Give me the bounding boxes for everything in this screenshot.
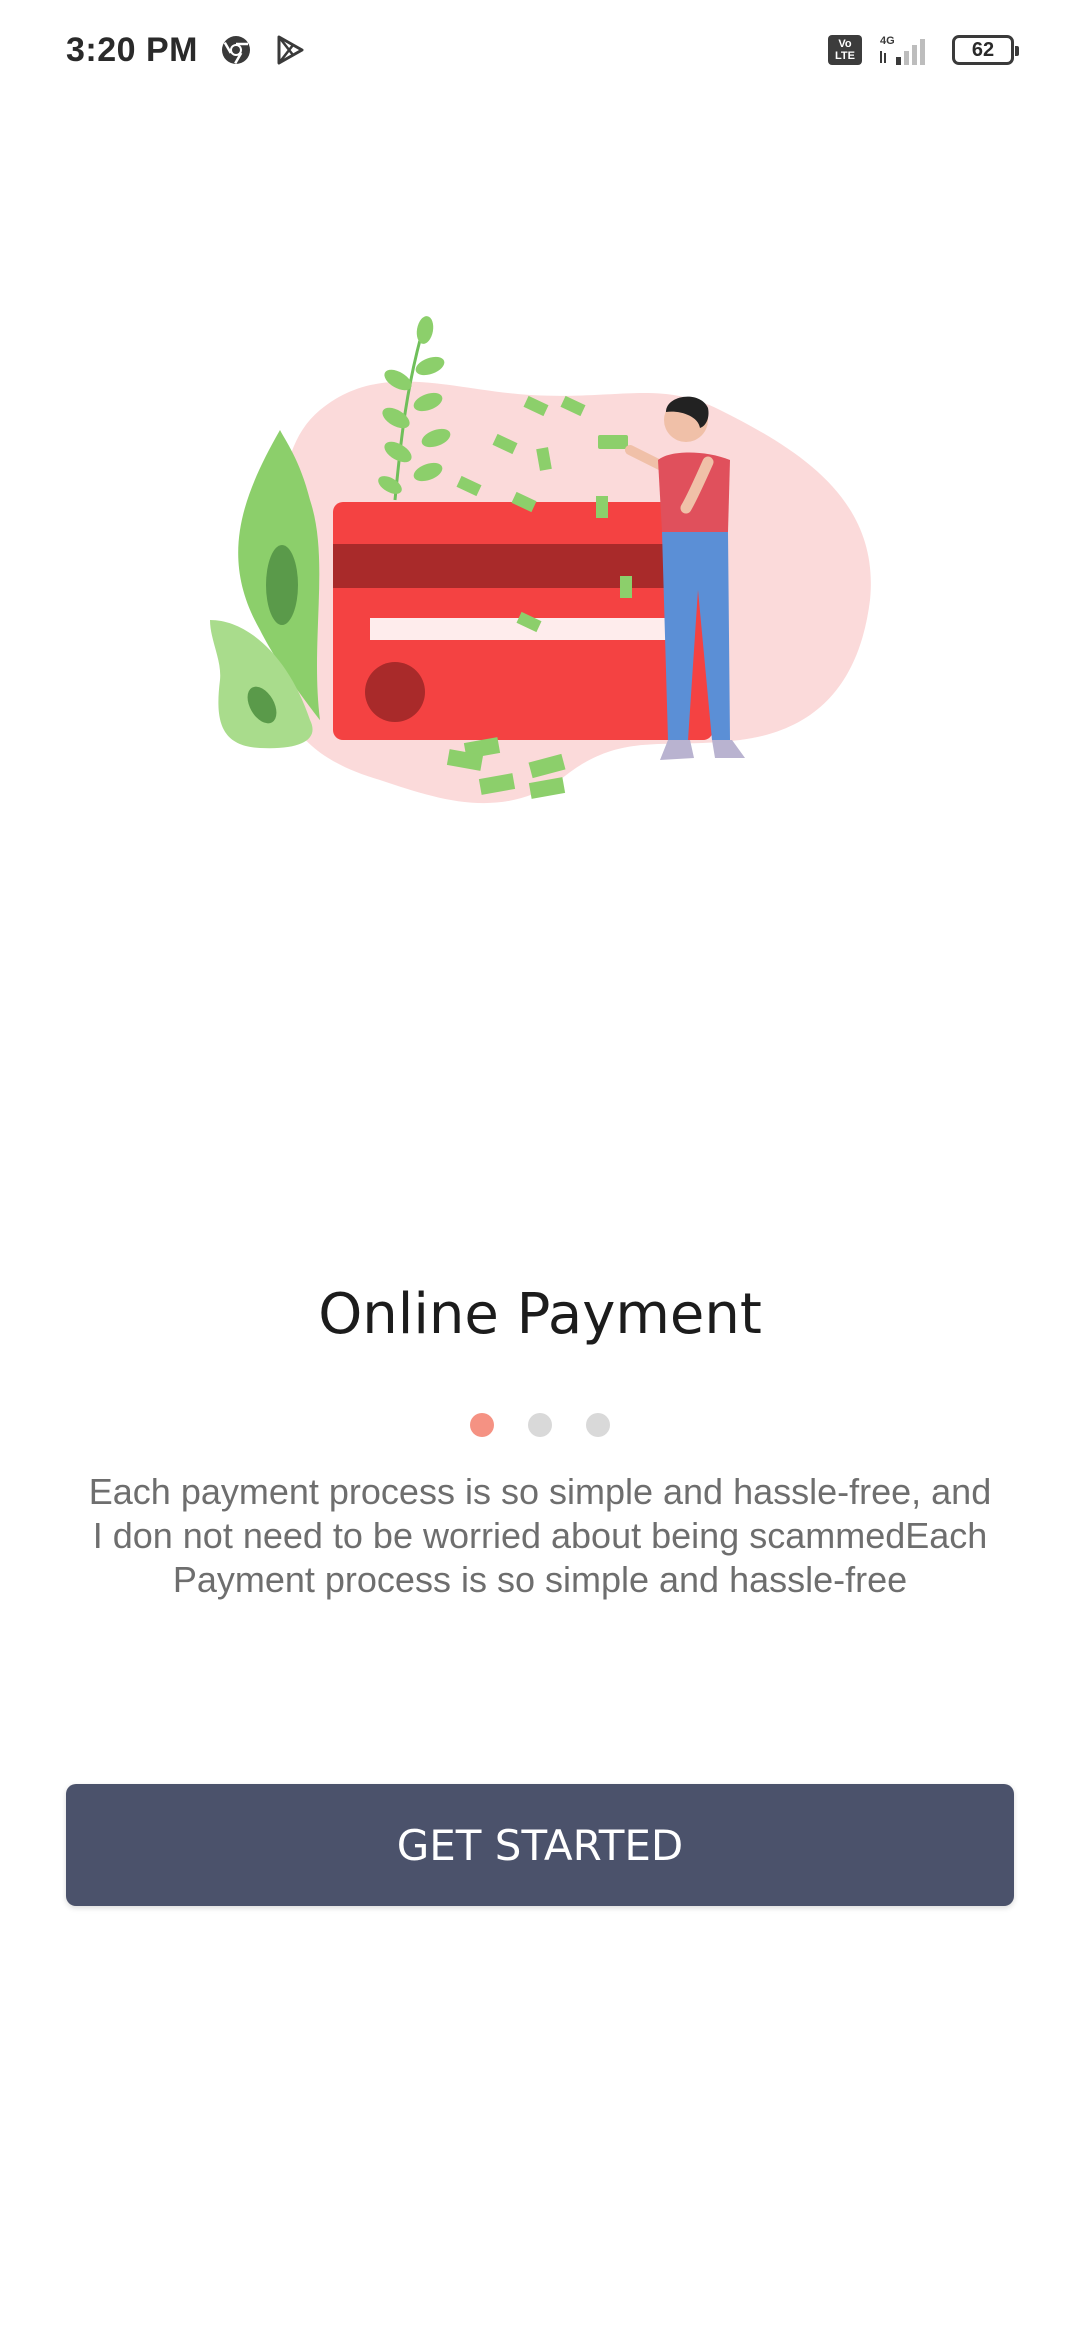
- battery-icon: 62: [952, 35, 1019, 65]
- signal-icon: 4G: [878, 33, 936, 67]
- status-bar: 3:20 PM Vo LTE 4G 62: [0, 0, 1080, 100]
- leaf-spot: [266, 545, 298, 625]
- onboarding-description: Each payment process is so simple and ha…: [88, 1471, 992, 1600]
- page-dot-2[interactable]: [528, 1413, 552, 1437]
- chrome-icon: [220, 34, 252, 66]
- onboarding-title: Online Payment: [318, 1282, 762, 1347]
- volte-line1: Vo: [838, 38, 852, 50]
- network-type: 4G: [880, 35, 895, 47]
- page-indicator: [0, 1413, 1080, 1437]
- page-dot-1[interactable]: [470, 1413, 494, 1437]
- credit-card-payment-illustration: [210, 316, 871, 804]
- status-right: Vo LTE 4G 62: [828, 33, 1019, 67]
- status-time: 3:20 PM: [66, 30, 198, 69]
- volte-line2: LTE: [835, 50, 855, 62]
- get-started-button[interactable]: GET STARTED: [66, 1784, 1014, 1906]
- page-dot-3[interactable]: [586, 1413, 610, 1437]
- status-left: 3:20 PM: [66, 31, 306, 70]
- play-store-icon: [274, 34, 306, 66]
- battery-level: 62: [971, 38, 995, 61]
- onboarding-screen: 3:20 PM Vo LTE 4G 62 Online Payment Each…: [0, 0, 1080, 2340]
- volte-icon: Vo LTE: [828, 35, 862, 65]
